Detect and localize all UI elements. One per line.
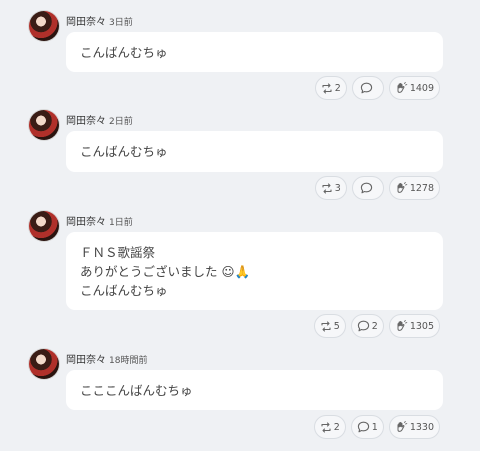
post-actions: 5 2 1305 xyxy=(313,314,440,338)
avatar[interactable] xyxy=(29,349,59,379)
post-actions: 2 1 1330 xyxy=(313,415,440,439)
message-line: ＦＮＳ歌謡祭 xyxy=(80,244,156,260)
clap-icon xyxy=(395,182,408,194)
like-button[interactable]: 1305 xyxy=(388,314,440,338)
message-line: こんばんむちゅ xyxy=(80,144,168,159)
avatar[interactable] xyxy=(29,11,59,41)
like-count: 1278 xyxy=(409,182,434,194)
reply-button[interactable] xyxy=(351,176,384,200)
like-count: 1409 xyxy=(409,82,434,94)
message-line: こここんばんむちゅ xyxy=(80,382,193,398)
message-bubble: こんばんむちゅ xyxy=(66,32,443,72)
retweet-button[interactable]: 5 xyxy=(313,314,346,338)
retweet-icon xyxy=(321,82,333,94)
post-actions: 3 1278 xyxy=(314,176,440,200)
reply-count: 2 xyxy=(371,320,378,332)
reply-icon xyxy=(357,320,370,332)
like-count: 1305 xyxy=(409,320,434,332)
author-name: 岡田奈々 xyxy=(66,355,106,366)
avatar[interactable] xyxy=(29,110,59,140)
reply-button[interactable] xyxy=(351,76,384,100)
like-button[interactable]: 1409 xyxy=(388,76,440,100)
reply-icon xyxy=(360,182,373,194)
clap-icon xyxy=(395,320,408,332)
reply-icon xyxy=(357,421,370,433)
reply-icon xyxy=(360,82,373,94)
retweet-icon xyxy=(320,421,332,433)
reply-button[interactable]: 1 xyxy=(350,415,384,439)
like-button[interactable]: 1278 xyxy=(388,176,440,200)
message-feed: 岡田奈々 3日前 こんばんむちゅ 2 1409 岡田奈々 2日前 こんばんむちゅ… xyxy=(0,0,480,451)
like-count: 1330 xyxy=(409,421,434,433)
reply-button[interactable]: 2 xyxy=(350,314,384,338)
post-time: 3日前 xyxy=(109,18,133,28)
message-line: こんばんむちゅ xyxy=(80,282,168,298)
message-line: ありがとうございました ☺🙏 xyxy=(80,263,251,279)
avatar[interactable] xyxy=(29,211,59,241)
retweet-count: 2 xyxy=(333,421,340,433)
like-button[interactable]: 1330 xyxy=(388,415,440,439)
clap-icon xyxy=(395,82,408,94)
post-meta: 岡田奈々 18時間前 xyxy=(66,351,147,366)
author-name: 岡田奈々 xyxy=(66,17,106,28)
post-time: 18時間前 xyxy=(109,356,148,366)
message-bubble: ＦＮＳ歌謡祭 ありがとうございました ☺🙏 こんばんむちゅ xyxy=(66,232,443,310)
retweet-button[interactable]: 3 xyxy=(314,176,347,200)
retweet-count: 3 xyxy=(334,182,341,194)
post-meta: 岡田奈々 2日前 xyxy=(66,112,133,127)
message-bubble: こんばんむちゅ xyxy=(66,131,443,172)
message-line: こんばんむちゅ xyxy=(80,44,168,60)
post-time: 1日前 xyxy=(109,218,133,228)
message-bubble: こここんばんむちゅ xyxy=(66,370,443,410)
clap-icon xyxy=(395,421,408,433)
retweet-count: 2 xyxy=(334,82,341,94)
post-time: 2日前 xyxy=(109,117,133,127)
author-name: 岡田奈々 xyxy=(66,116,106,127)
reply-count: 1 xyxy=(371,421,378,433)
author-name: 岡田奈々 xyxy=(66,217,106,228)
retweet-count: 5 xyxy=(333,320,340,332)
post-meta: 岡田奈々 3日前 xyxy=(66,13,133,28)
retweet-button[interactable]: 2 xyxy=(313,415,346,439)
post-meta: 岡田奈々 1日前 xyxy=(66,213,133,228)
retweet-button[interactable]: 2 xyxy=(314,76,347,100)
retweet-icon xyxy=(321,182,333,194)
retweet-icon xyxy=(320,320,332,332)
post-actions: 2 1409 xyxy=(314,76,440,100)
